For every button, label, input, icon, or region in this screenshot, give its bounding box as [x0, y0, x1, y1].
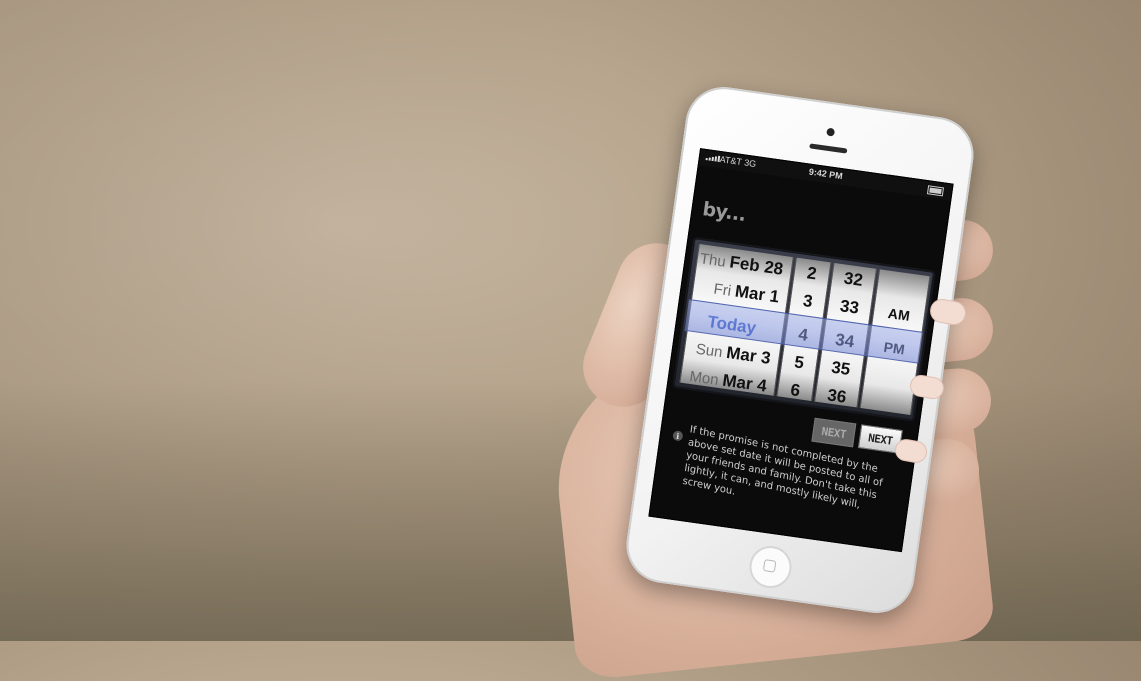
battery-icon	[926, 185, 945, 197]
info-icon: i	[672, 430, 684, 442]
home-square-icon	[762, 559, 777, 573]
screen-title: by...	[701, 198, 748, 227]
minute-item[interactable]: 36	[814, 380, 859, 408]
date-time-picker[interactable]: ThuFeb 28 FriMar 1 Today SunMar 3 MonMar…	[672, 237, 936, 422]
hour-item[interactable]: 6	[777, 375, 815, 402]
next-button-disabled[interactable]: NEXT	[811, 417, 857, 448]
phone-screen: AT&T 3G 9:42 PM by... ThuFeb 28 FriMar 1…	[648, 148, 954, 553]
